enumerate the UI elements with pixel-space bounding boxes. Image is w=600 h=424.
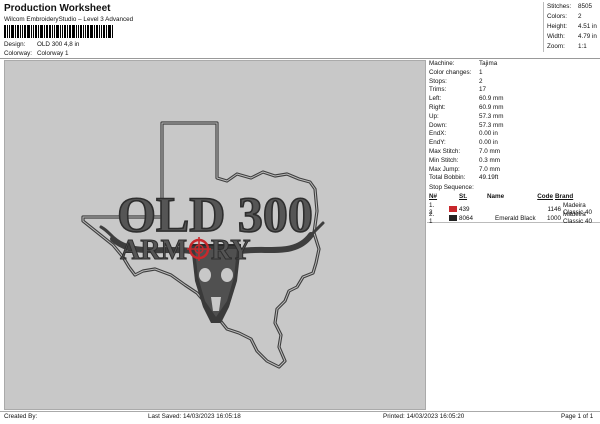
param-row: Color changes: 1: [429, 69, 599, 78]
param-label: Max Stitch:: [429, 147, 461, 155]
param-value: 2: [479, 77, 483, 85]
col-header-stitches: St.: [459, 193, 468, 200]
param-value: 1: [479, 68, 483, 76]
stat-value: 2: [578, 13, 582, 20]
param-row: Total Bobbin: 49.19ft: [429, 174, 599, 183]
design-label: Design:: [4, 41, 26, 48]
stat-label: Stitches:: [547, 3, 572, 10]
param-row: Trims: 17: [429, 86, 599, 95]
software-subtitle: Wilcom EmbroideryStudio – Level 3 Advanc…: [4, 16, 134, 23]
colorway-label: Colorway:: [4, 50, 32, 57]
stat-value: 4.51 in: [578, 23, 597, 30]
stat-label: Colors:: [547, 13, 567, 20]
param-row: Up: 57.3 mm: [429, 113, 599, 122]
param-label: Up:: [429, 112, 439, 120]
stat-value: 8505: [578, 3, 593, 10]
colorway-value: Colorway 1: [37, 50, 69, 57]
header-divider: [0, 58, 600, 59]
stat-label: Height:: [547, 23, 567, 30]
param-value: 7.0 mm: [479, 147, 500, 155]
stat-width: Width: 4.79 in: [547, 32, 600, 42]
col-header-brand: Brand: [555, 193, 574, 200]
param-value: 0.3 mm: [479, 156, 500, 164]
col-header-code: Code: [537, 193, 553, 200]
param-value: 0.00 in: [479, 139, 498, 147]
thread-swatch: [449, 215, 457, 221]
design-text-old300: OLD 300: [117, 186, 313, 242]
stat-label: Width:: [547, 33, 565, 40]
design-row: Design: OLD 300 4,8 in: [4, 41, 79, 48]
param-label: Left:: [429, 95, 442, 103]
param-value: 17: [479, 86, 487, 94]
stat-label: Zoom:: [547, 43, 565, 50]
footer-created-by: Created By:: [4, 413, 38, 420]
stop-sequence-title: Stop Sequence:: [429, 184, 474, 191]
param-label: EndX:: [429, 130, 447, 138]
param-row: Right: 60.9 mm: [429, 104, 599, 113]
param-row: EndX: 0.00 in: [429, 130, 599, 139]
param-row: Machine: Tajima: [429, 60, 599, 69]
stat-colors: Colors: 2: [547, 12, 600, 22]
machine-parameters: Machine: Tajima Color changes: 1 Stops: 2 Trim…: [429, 60, 599, 183]
stat-value: 4.79 in: [578, 33, 597, 40]
param-label: Machine:: [429, 60, 455, 67]
param-row: Min Stitch: 0.3 mm: [429, 157, 599, 166]
param-value: 0.00 in: [479, 130, 498, 138]
stop-sequence-header: N# St. Name Code Brand: [429, 193, 599, 200]
param-label: Total Bobbin:: [429, 174, 466, 182]
stats-panel: Stitches: 8505 Colors: 2 Height: 4.51 in Wi…: [543, 2, 600, 52]
param-value: Tajima: [479, 60, 498, 67]
design-text-arm: ARM: [120, 235, 187, 266]
param-value: 57.3 mm: [479, 121, 504, 129]
stop-number: 2. 1: [429, 211, 435, 225]
param-row: Stops: 2: [429, 78, 599, 87]
param-row: EndY: 0.00 in: [429, 139, 599, 148]
param-label: Stops:: [429, 77, 447, 85]
param-label: Trims:: [429, 86, 447, 94]
param-label: Max Jump:: [429, 165, 460, 173]
param-label: Down:: [429, 121, 447, 129]
param-label: EndY:: [429, 139, 446, 147]
param-label: Min Stitch:: [429, 156, 459, 164]
param-value: 60.9 mm: [479, 103, 504, 111]
colorway-row: Colorway: Colorway 1: [4, 50, 69, 57]
param-label: Color changes:: [429, 68, 472, 76]
param-value: 7.0 mm: [479, 165, 500, 173]
param-row: Max Stitch: 7.0 mm: [429, 148, 599, 157]
param-value: 49.19ft: [479, 174, 499, 182]
footer-last-saved: Last Saved: 14/03/2023 16:05:18: [148, 413, 241, 420]
thread-brand: Madeira Classic 40: [563, 211, 593, 225]
barcode: [4, 25, 116, 38]
stitch-count: 8064: [459, 214, 474, 222]
param-row: Left: 60.9 mm: [429, 95, 599, 104]
stat-value: 1:1: [578, 43, 587, 50]
param-row: Max Jump: 7.0 mm: [429, 166, 599, 175]
param-label: Right:: [429, 103, 446, 111]
design-text-ry: RY: [211, 235, 250, 266]
footer-page: Page 1 of 1: [561, 413, 594, 420]
footer-divider: [0, 411, 600, 412]
thread-code: 1000: [546, 214, 561, 222]
param-value: 57.3 mm: [479, 112, 504, 120]
thread-name: Emerald Black: [495, 214, 536, 222]
footer-printed: Printed: 14/03/2023 16:05:20: [383, 413, 465, 420]
col-header-name: Name: [487, 193, 505, 200]
embroidery-design: OLD 300 ARM RY: [81, 121, 325, 369]
stat-zoom: Zoom: 1:1: [547, 42, 600, 52]
col-header-number: N#: [429, 193, 438, 200]
stop-row[interactable]: 2. 1 8064 Emerald Black 1000 Madeira Cla…: [429, 211, 599, 225]
param-value: 60.9 mm: [479, 95, 504, 103]
stat-height: Height: 4.51 in: [547, 22, 600, 32]
worksheet-title: Production Worksheet: [4, 3, 111, 14]
design-value: OLD 300 4,8 in: [37, 41, 80, 48]
param-row: Down: 57.3 mm: [429, 122, 599, 131]
stat-stitches: Stitches: 8505: [547, 2, 600, 12]
design-preview-canvas[interactable]: OLD 300 ARM RY: [4, 60, 426, 410]
